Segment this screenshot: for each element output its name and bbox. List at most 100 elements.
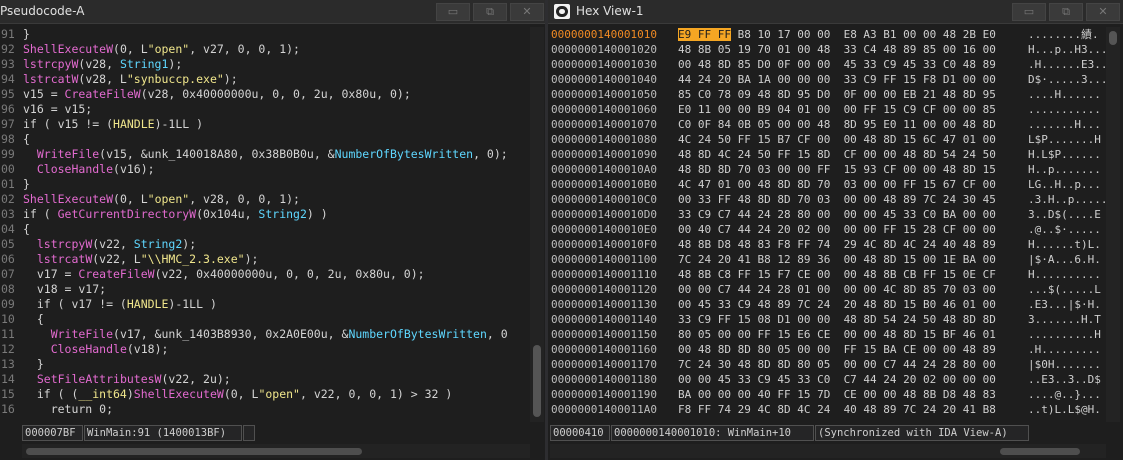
- hex-byte-row[interactable]: 00 45 33 C9 48 89 7C 24 20 48 8D 15 B0 4…: [678, 297, 1023, 312]
- code-line[interactable]: v18 = v17;: [23, 282, 528, 297]
- function-token[interactable]: lstrcpyW: [23, 57, 78, 71]
- horizontal-scroll-thumb[interactable]: [1000, 448, 1080, 455]
- code-line[interactable]: if ( GetCurrentDirectoryW(0x104u, String…: [23, 207, 528, 222]
- vertical-scroll-thumb[interactable]: [533, 345, 541, 417]
- hexview-vertical-scrollbar[interactable]: [1106, 27, 1120, 422]
- function-token[interactable]: SetFileAttributesW: [37, 372, 162, 386]
- hex-byte-row[interactable]: 00 00 C7 44 24 28 01 00 00 00 4C 8D 85 7…: [678, 282, 1023, 297]
- hex-address[interactable]: 0000000140001050: [551, 87, 669, 102]
- hex-bytes[interactable]: 00 00 C7 44 24 28 01 00 00 00 4C 8D 85 7…: [678, 283, 996, 296]
- code-line[interactable]: CloseHandle(v18);: [23, 342, 528, 357]
- hex-byte-row[interactable]: 4C 24 50 FF 15 B7 CF 00 00 48 8D 15 6C 4…: [678, 132, 1023, 147]
- code-line[interactable]: lstrcatW(v28, L"synbuccp.exe");: [23, 72, 528, 87]
- hex-address[interactable]: 00000001400010E0: [551, 222, 669, 237]
- hex-ascii[interactable]: 3.......H.T: [1028, 312, 1108, 327]
- code-line[interactable]: }: [23, 357, 528, 372]
- hex-bytes[interactable]: 80 05 00 00 FF 15 E6 CE 00 00 48 8D 15 B…: [678, 328, 996, 341]
- code-line[interactable]: if ( (__int64)ShellExecuteW(0, L"open", …: [23, 387, 528, 402]
- hex-ascii[interactable]: .E3...|$·H.: [1028, 297, 1108, 312]
- float-button[interactable]: ⧉: [1049, 3, 1083, 21]
- hex-ascii[interactable]: ....H......: [1028, 87, 1108, 102]
- hexview-pane[interactable]: Hex View-1 ▭ ⧉ ✕ 0000000140001010 0000000…: [548, 0, 1123, 460]
- hex-address[interactable]: 00000001400010B0: [551, 177, 669, 192]
- function-token[interactable]: GetCurrentDirectoryW: [58, 207, 196, 221]
- hex-byte-row[interactable]: F8 FF 74 29 4C 8D 4C 24 40 48 89 7C 24 2…: [678, 402, 1023, 417]
- code-line[interactable]: ShellExecuteW(0, L"open", v27, 0, 0, 1);: [23, 42, 528, 57]
- hex-byte-row[interactable]: 44 24 20 BA 1A 00 00 00 33 C9 FF 15 F8 D…: [678, 72, 1023, 87]
- hex-bytes[interactable]: 48 8B D8 48 83 F8 FF 74 29 4C 8D 4C 24 4…: [678, 238, 996, 251]
- function-token[interactable]: lstrcatW: [23, 72, 78, 86]
- pseudocode-titlebar[interactable]: Pseudocode-A ▭ ⧉ ✕: [0, 0, 545, 24]
- hex-byte-row[interactable]: 48 8D 4C 24 50 FF 15 8D CF 00 00 48 8D 5…: [678, 147, 1023, 162]
- hex-address[interactable]: 0000000140001060: [551, 102, 669, 117]
- hex-byte-row[interactable]: 80 05 00 00 FF 15 E6 CE 00 00 48 8D 15 B…: [678, 327, 1023, 342]
- pseudocode-vertical-scrollbar[interactable]: [530, 27, 544, 422]
- minimize-button[interactable]: ▭: [1012, 3, 1046, 21]
- hex-bytes[interactable]: 85 C0 78 09 48 8D 95 D0 0F 00 00 EB 21 4…: [678, 88, 996, 101]
- hex-ascii[interactable]: |$·A...6.H.: [1028, 252, 1108, 267]
- hex-bytes[interactable]: 4C 47 01 00 48 8D 8D 70 03 00 00 FF 15 6…: [678, 178, 996, 191]
- hex-address[interactable]: 00000001400010F0: [551, 237, 669, 252]
- hex-bytes[interactable]: 00 45 33 C9 48 89 7C 24 20 48 8D 15 B0 4…: [678, 298, 996, 311]
- hex-address[interactable]: 0000000140001110: [551, 267, 669, 282]
- hex-byte-row[interactable]: 48 8B C8 FF 15 F7 CE 00 00 48 8B CB FF 1…: [678, 267, 1023, 282]
- hex-bytes[interactable]: 33 C9 FF 15 08 D1 00 00 48 8D 54 24 50 4…: [678, 313, 996, 326]
- hex-ascii[interactable]: .......H...: [1028, 117, 1108, 132]
- function-token[interactable]: lstrcatW: [37, 252, 92, 266]
- hex-bytes[interactable]: 4C 24 50 FF 15 B7 CF 00 00 48 8D 15 6C 4…: [678, 133, 996, 146]
- code-line[interactable]: lstrcpyW(v28, String1);: [23, 57, 528, 72]
- hex-bytes[interactable]: C0 0F 84 0B 05 00 00 48 8D 95 E0 11 00 0…: [678, 118, 996, 131]
- hexview-titlebar[interactable]: Hex View-1 ▭ ⧉ ✕: [548, 0, 1123, 24]
- hex-ascii[interactable]: H...p..H3...: [1028, 42, 1108, 57]
- function-token[interactable]: lstrcpyW: [37, 237, 92, 251]
- code-line[interactable]: }: [23, 177, 528, 192]
- hex-bytes[interactable]: 7C 24 30 48 8D 8D 80 05 00 00 C7 44 24 2…: [678, 358, 996, 371]
- hex-byte-row[interactable]: E9 FF FF B8 10 17 00 00 E8 A3 B1 00 00 4…: [678, 27, 1023, 42]
- hex-bytes[interactable]: 00 40 C7 44 24 20 02 00 00 00 FF 15 28 C…: [678, 223, 996, 236]
- code-line[interactable]: ShellExecuteW(0, L"open", v28, 0, 0, 1);: [23, 192, 528, 207]
- hex-address[interactable]: 0000000140001170: [551, 357, 669, 372]
- hex-ascii[interactable]: 3..D$(....E: [1028, 207, 1108, 222]
- hex-address[interactable]: 0000000140001190: [551, 387, 669, 402]
- hex-byte-row[interactable]: BA 00 00 00 40 FF 15 7D CE 00 00 48 8B D…: [678, 387, 1023, 402]
- hex-address[interactable]: 0000000140001080: [551, 132, 669, 147]
- hex-ascii[interactable]: .@..$·.....: [1028, 222, 1108, 237]
- hex-address[interactable]: 0000000140001150: [551, 327, 669, 342]
- horizontal-scroll-thumb[interactable]: [26, 448, 362, 455]
- hex-byte-row[interactable]: C0 0F 84 0B 05 00 00 48 8D 95 E0 11 00 0…: [678, 117, 1023, 132]
- hex-address[interactable]: 0000000140001040: [551, 72, 669, 87]
- hex-address[interactable]: 0000000140001020: [551, 42, 669, 57]
- function-token[interactable]: CreateFileW: [65, 87, 141, 101]
- function-token[interactable]: CloseHandle: [51, 342, 127, 356]
- hex-ascii[interactable]: H......t)L.: [1028, 237, 1108, 252]
- hex-bytes[interactable]: 48 8B C8 FF 15 F7 CE 00 00 48 8B CB FF 1…: [678, 268, 996, 281]
- function-token[interactable]: ShellExecuteW: [23, 192, 113, 206]
- identifier-token[interactable]: String1: [120, 57, 168, 71]
- vertical-scroll-thumb[interactable]: [1109, 31, 1117, 45]
- hex-address[interactable]: 0000000140001160: [551, 342, 669, 357]
- code-line[interactable]: lstrcatW(v22, L"\\HMC_2.3.exe");: [23, 252, 528, 267]
- hex-address[interactable]: 0000000140001140: [551, 312, 669, 327]
- hex-byte-row[interactable]: 4C 47 01 00 48 8D 8D 70 03 00 00 FF 15 6…: [678, 177, 1023, 192]
- hex-ascii[interactable]: .H.........: [1028, 342, 1108, 357]
- hex-byte-row[interactable]: 33 C9 C7 44 24 28 80 00 00 00 45 33 C0 B…: [678, 207, 1023, 222]
- code-line[interactable]: {: [23, 312, 528, 327]
- hex-address[interactable]: 0000000140001120: [551, 282, 669, 297]
- hex-byte-row[interactable]: 00 33 FF 48 8D 8D 70 03 00 00 48 89 7C 2…: [678, 192, 1023, 207]
- hex-ascii[interactable]: ..........H: [1028, 327, 1108, 342]
- hex-ascii[interactable]: ..E3..3..D$: [1028, 372, 1108, 387]
- identifier-token[interactable]: NumberOfBytesWritten: [335, 147, 473, 161]
- hex-address[interactable]: 00000001400011A0: [551, 402, 669, 417]
- code-line[interactable]: v17 = CreateFileW(v22, 0x40000000u, 0, 0…: [23, 267, 528, 282]
- identifier-token[interactable]: String2: [258, 207, 306, 221]
- hex-address[interactable]: 0000000140001010: [551, 27, 669, 42]
- hex-bytes[interactable]: 00 48 8D 85 D0 0F 00 00 45 33 C9 45 33 C…: [678, 58, 996, 71]
- hex-address-column[interactable]: 0000000140001010 0000000140001020 00000001…: [551, 27, 669, 417]
- function-token[interactable]: ShellExecuteW: [134, 387, 224, 401]
- close-button[interactable]: ✕: [510, 3, 544, 21]
- hex-ascii-column[interactable]: ........績. H...p..H3... .H......E3.. D$·...…: [1028, 27, 1108, 417]
- code-line[interactable]: }: [23, 27, 528, 42]
- hex-byte-row[interactable]: 48 8D 8D 70 03 00 00 FF 15 93 CF 00 00 4…: [678, 162, 1023, 177]
- code-line[interactable]: v16 = v15;: [23, 102, 528, 117]
- float-button[interactable]: ⧉: [473, 3, 507, 21]
